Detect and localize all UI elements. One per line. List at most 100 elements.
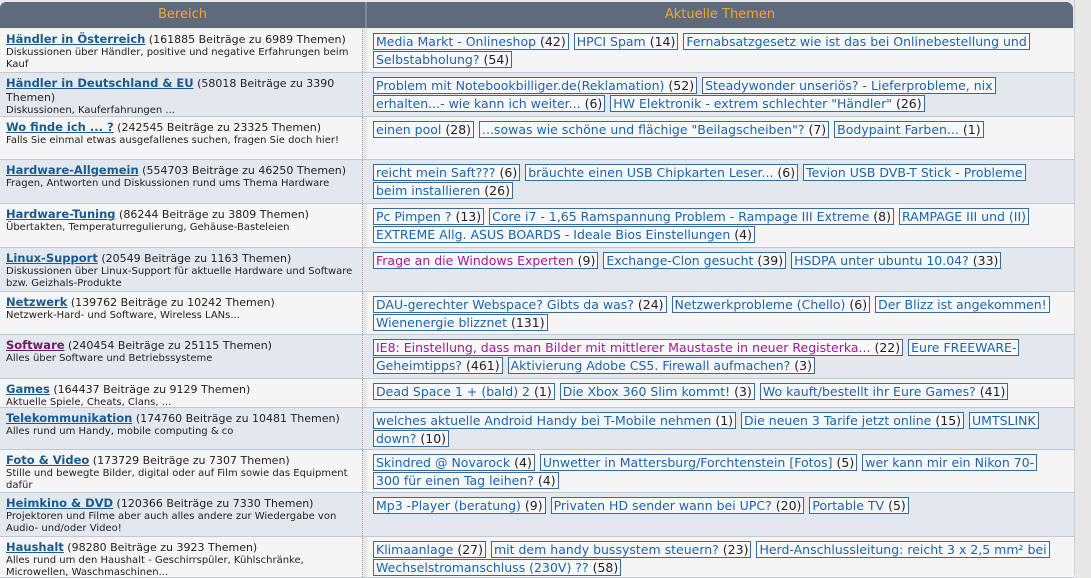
forum-description: Übertakten, Temperaturregulierung, Gehäu… (6, 222, 290, 233)
topic-link[interactable]: HSDPA unter ubuntu 10.04? (794, 253, 969, 268)
forum-link[interactable]: Foto & Video (6, 453, 89, 467)
topic-link[interactable]: Media Markt - Onlineshop (376, 34, 536, 49)
topic-list: Problem mit Notebookbilliger.de(Reklamat… (373, 77, 1074, 113)
topic-link[interactable]: mit dem handy bussystem steuern? (494, 542, 719, 557)
topic-item: HW Elektronik - extrem schlechter "Händl… (610, 95, 925, 112)
topic-reply-count: (28) (445, 122, 472, 137)
forum-link[interactable]: Linux-Support (6, 251, 98, 265)
topic-list: Frage an die Windows Experten (9) Exchan… (373, 252, 1074, 270)
topic-link[interactable]: Dead Space 1 + (bald) 2 (376, 384, 530, 399)
topic-link[interactable]: Exchange-Clon gesucht (606, 253, 753, 268)
topic-link[interactable]: Mp3 -Player (beratung) (376, 498, 521, 513)
topic-list: welches aktuelle Android Handy bei T-Mob… (373, 412, 1074, 448)
topic-reply-count: (6) (499, 165, 518, 180)
topics-cell: Media Markt - Onlineshop (42) HPCI Spam … (367, 29, 1074, 72)
topic-reply-count: (6) (777, 165, 796, 180)
topic-link[interactable]: HW Elektronik - extrem schlechter "Händl… (613, 96, 892, 111)
forum-link[interactable]: Händler in Deutschland & EU (6, 76, 194, 90)
forum-link[interactable]: Händler in Österreich (6, 32, 145, 46)
forum-link[interactable]: Haushalt (6, 540, 64, 554)
topics-cell: Klimaanlage (27) mit dem handy bussystem… (367, 537, 1074, 577)
forum-row: Games (164437 Beiträge zu 9129 Themen) Ak… (0, 379, 1074, 408)
topic-link[interactable]: Unwetter in Mattersburg/Forchtenstein [F… (543, 455, 833, 470)
topic-reply-count: (8) (873, 209, 891, 224)
topic-reply-count: (13) (455, 209, 482, 224)
forum-link[interactable]: Software (6, 338, 65, 352)
topic-link[interactable]: Portable TV (812, 498, 884, 513)
topic-item: Die Xbox 360 Slim kommt! (3) (559, 383, 755, 400)
topic-link[interactable]: Die neuen 3 Tarife jetzt online (744, 413, 931, 428)
topic-link[interactable]: reicht mein Saft??? (376, 165, 496, 180)
topic-link[interactable]: Problem mit Notebookbilliger.de(Reklamat… (376, 78, 664, 93)
forum-stats: (173729 Beiträge zu 7307 Themen) (89, 454, 290, 467)
forum-link[interactable]: Netzwerk (6, 295, 67, 309)
topic-item: welches aktuelle Android Handy bei T-Mob… (373, 412, 737, 429)
topic-link[interactable]: Bodypaint Farben... (837, 122, 959, 137)
forum-stats: (86244 Beiträge zu 3809 Themen) (115, 208, 309, 221)
forum-link[interactable]: Wo finde ich ... ? (6, 120, 114, 134)
topic-list: einen pool (28) ...sowas wie schöne und … (373, 121, 1074, 139)
topic-link[interactable]: IE8: Einstellung, dass man Bilder mit mi… (376, 340, 870, 355)
forum-info-cell: Händler in Deutschland & EU (58018 Beitr… (0, 73, 362, 116)
topic-link[interactable]: Wo kauft/bestellt ihr Eure Games? (763, 384, 976, 399)
forum-row: Linux-Support (20549 Beiträge zu 1163 Th… (0, 248, 1074, 292)
topic-link[interactable]: Die Xbox 360 Slim kommt! (563, 384, 730, 399)
forum-link[interactable]: Hardware-Tuning (6, 207, 116, 221)
forum-description: Alles rund um den Haushalt - Geschirrspü… (6, 555, 304, 577)
topic-reply-count: (6) (584, 96, 603, 111)
topic-item: HPCI Spam (14) (573, 33, 679, 50)
forum-stats: (139762 Beiträge zu 10242 Themen) (67, 296, 275, 309)
topic-link[interactable]: Netzwerkprobleme (Chello) (675, 297, 846, 312)
topic-link[interactable]: Frage an die Windows Experten (376, 253, 574, 268)
topic-link[interactable]: DAU-gerechter Webspace? Gibts da was? (376, 297, 634, 312)
topic-link[interactable]: ...sowas wie schöne und flächige "Beilag… (482, 122, 804, 137)
forum-link[interactable]: Telekommunikation (6, 411, 132, 425)
topic-link[interactable]: Klimaanlage (376, 542, 453, 557)
topic-list: Dead Space 1 + (bald) 2 (1) Die Xbox 360… (373, 383, 1074, 401)
topic-link[interactable]: Skindred @ Novarock (376, 455, 510, 470)
page-scrollbar-track[interactable] (1074, 0, 1091, 575)
forum-stats: (161885 Beiträge zu 6989 Themen) (145, 33, 346, 46)
forum-info-cell: Software (240454 Beiträge zu 25115 Theme… (0, 335, 362, 378)
topic-link[interactable]: einen pool (376, 122, 441, 137)
topic-reply-count: (33) (972, 253, 999, 268)
forum-description: Alles rund um Handy, mobile computing & … (6, 426, 234, 437)
topic-item: Mp3 -Player (beratung) (9) (373, 497, 546, 514)
topic-link[interactable]: Privaten HD sender wann bei UPC? (554, 498, 772, 513)
forum-row: Netzwerk (139762 Beiträge zu 10242 Theme… (0, 292, 1074, 335)
topics-cell: Pc Pimpen ? (13) Core i7 - 1,65 Ramspann… (367, 204, 1074, 247)
topic-item: Portable TV (5) (809, 497, 909, 514)
forum-info-cell: Netzwerk (139762 Beiträge zu 10242 Theme… (0, 292, 362, 334)
topic-reply-count: (1) (962, 122, 981, 137)
topic-item: Media Markt - Onlineshop (42) (373, 33, 569, 50)
topic-link[interactable]: Aktivierung Adobe CS5. Firewall aufmache… (511, 358, 791, 373)
topic-link[interactable]: Core i7 - 1,65 Ramspannung Problem - Ram… (492, 209, 869, 224)
topic-reply-count: (15) (935, 413, 962, 428)
topic-reply-count: (27) (457, 542, 483, 557)
forum-stats: (174760 Beiträge zu 10481 Themen) (132, 412, 340, 425)
topics-cell: Frage an die Windows Experten (9) Exchan… (367, 248, 1074, 291)
forum-row: Wo finde ich ... ? (242545 Beiträge zu 2… (0, 117, 1074, 160)
topic-reply-count: (5) (888, 498, 906, 513)
forum-info-cell: Händler in Österreich (161885 Beiträge z… (0, 29, 362, 72)
topic-link[interactable]: HPCI Spam (577, 34, 646, 49)
forum-info-cell: Heimkino & DVD (120366 Beiträge zu 7330 … (0, 493, 362, 536)
topics-cell: einen pool (28) ...sowas wie schöne und … (367, 117, 1074, 159)
topic-link[interactable]: bräuchte einen USB Chipkarten Leser... (528, 165, 773, 180)
topic-reply-count: (20) (775, 498, 802, 513)
forum-link[interactable]: Games (6, 382, 50, 396)
forum-link[interactable]: Heimkino & DVD (6, 496, 113, 510)
topic-reply-count: (4) (537, 473, 556, 488)
topic-item: Problem mit Notebookbilliger.de(Reklamat… (373, 77, 698, 94)
topic-reply-count: (9) (524, 498, 543, 513)
topic-reply-count: (1) (534, 384, 552, 399)
topic-reply-count: (4) (734, 227, 752, 242)
topic-item: Unwetter in Mattersburg/Forchtenstein [F… (539, 454, 858, 471)
topic-list: Media Markt - Onlineshop (42) HPCI Spam … (373, 33, 1074, 69)
topic-reply-count: (22) (874, 340, 901, 355)
forum-description: Stille und bewegte Bilder, digital oder … (6, 468, 348, 491)
forum-link[interactable]: Hardware-Allgemein (6, 163, 139, 177)
forum-description: Netzwerk-Hard- und Software, Wireless LA… (6, 310, 240, 321)
topic-link[interactable]: welches aktuelle Android Handy bei T-Mob… (376, 413, 711, 428)
topic-link[interactable]: Pc Pimpen ? (376, 209, 451, 224)
